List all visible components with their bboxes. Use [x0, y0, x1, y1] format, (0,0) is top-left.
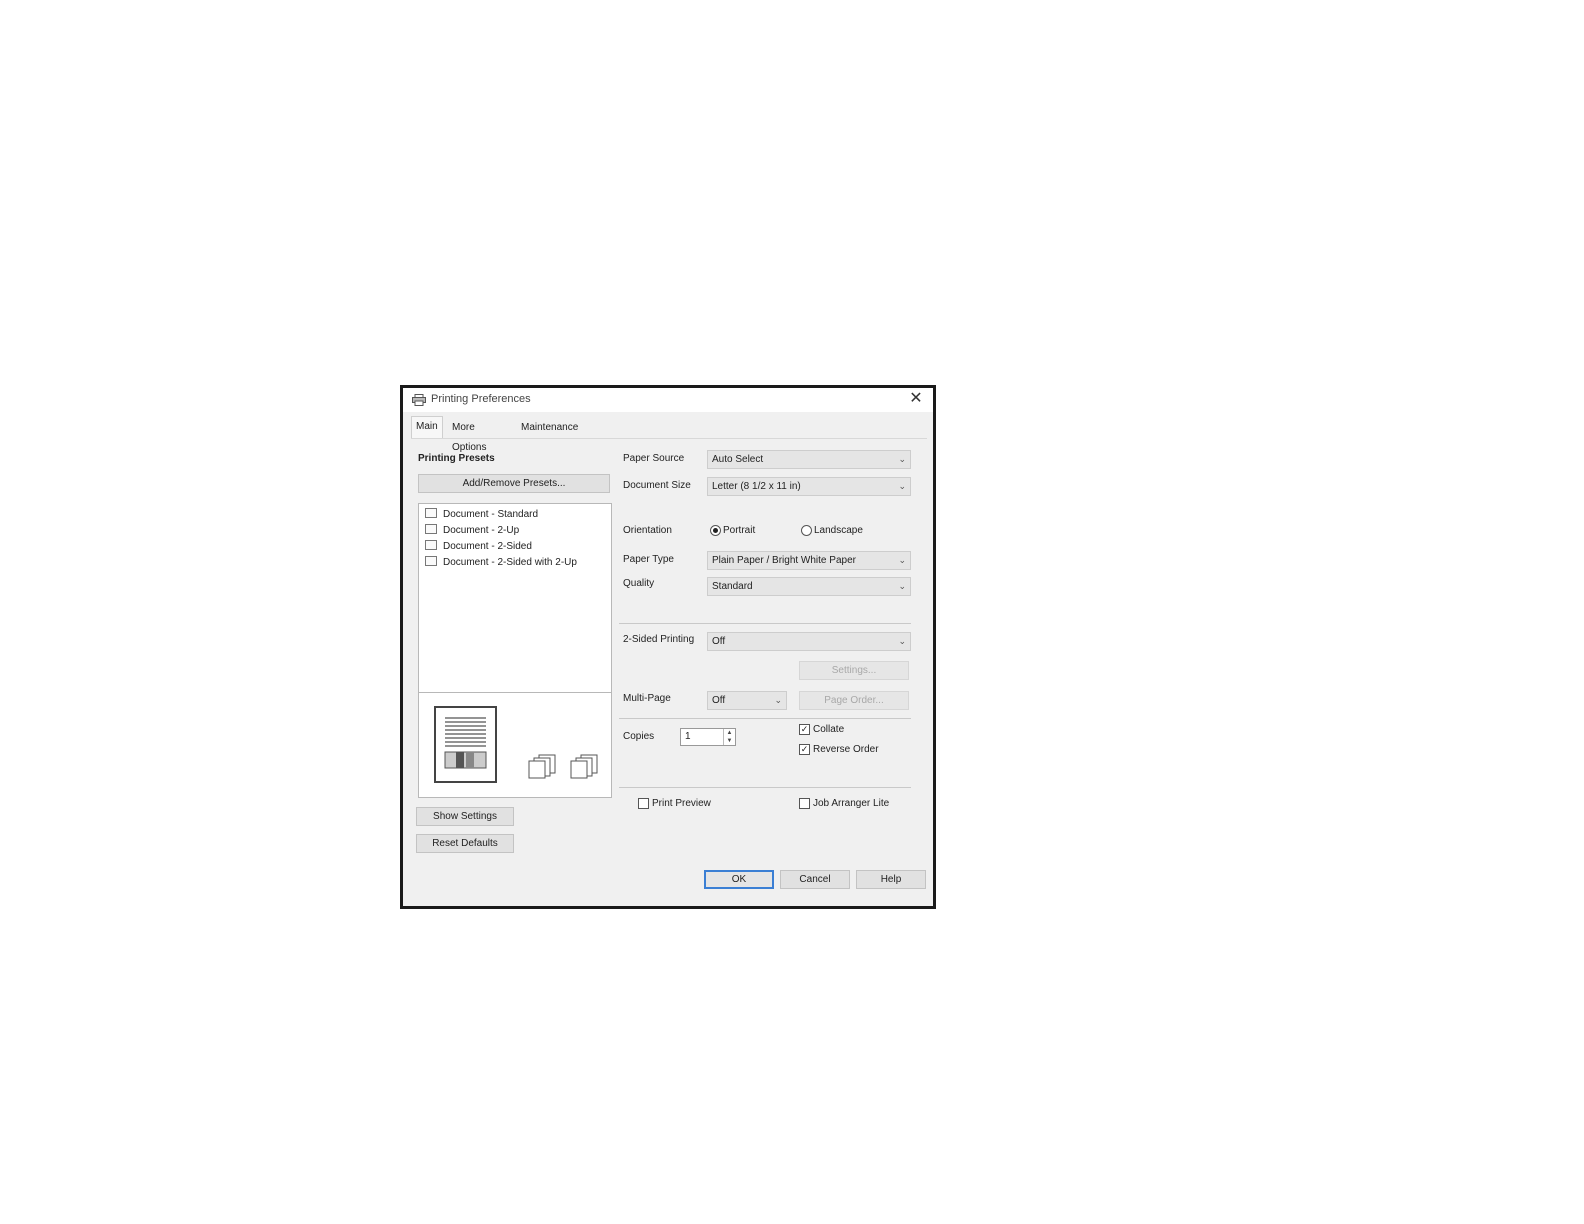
preset-label: Document - 2-Sided with 2-Up [443, 557, 577, 568]
chevron-down-icon: ⌄ [774, 695, 782, 705]
preset-label: Document - Standard [443, 509, 539, 520]
two-sided-value: Off [712, 636, 726, 647]
document-size-select[interactable]: Letter (8 1/2 x 11 in) ⌄ [707, 477, 911, 496]
paper-source-label: Paper Source [623, 453, 685, 464]
reverse-order-label: Reverse Order [813, 744, 879, 755]
help-button[interactable]: Help [856, 870, 926, 889]
paper-type-label: Paper Type [623, 554, 674, 565]
document-size-value: Letter (8 1/2 x 11 in) [712, 481, 801, 492]
paper-type-select[interactable]: Plain Paper / Bright White Paper ⌄ [707, 551, 911, 570]
orientation-label: Orientation [623, 525, 672, 536]
multi-page-select[interactable]: Off ⌄ [707, 691, 787, 710]
close-icon[interactable]: ✕ [907, 390, 925, 408]
cancel-button[interactable]: Cancel [780, 870, 850, 889]
landscape-label: Landscape [814, 525, 863, 536]
document-2sided-2up-icon [425, 556, 437, 566]
list-item[interactable]: Document - Standard [425, 507, 538, 522]
list-item[interactable]: Document - 2-Up [425, 523, 519, 538]
printer-icon [412, 394, 426, 406]
preset-label: Document - 2-Sided [443, 541, 532, 552]
portrait-radio[interactable] [710, 525, 721, 536]
quality-value: Standard [712, 581, 753, 592]
tab-maintenance[interactable]: Maintenance [517, 418, 582, 438]
settings-preview [418, 692, 612, 798]
multi-page-label: Multi-Page [623, 693, 671, 704]
printing-presets-heading: Printing Presets [418, 453, 495, 464]
print-preview-label: Print Preview [652, 798, 711, 809]
collate-label: Collate [813, 724, 845, 735]
page-order-button[interactable]: Page Order... [799, 691, 909, 710]
paper-source-select[interactable]: Auto Select ⌄ [707, 450, 911, 469]
portrait-label: Portrait [723, 525, 756, 536]
document-2sided-icon [425, 540, 437, 550]
divider [619, 787, 911, 788]
document-2up-icon [425, 524, 437, 534]
multi-page-value: Off [712, 695, 726, 706]
copies-stepper[interactable]: 1 ▲ ▼ [680, 728, 736, 746]
list-item[interactable]: Document - 2-Sided with 2-Up [425, 555, 577, 570]
list-item[interactable]: Document - 2-Sided [425, 539, 532, 554]
window-title: Printing Preferences [431, 393, 531, 405]
divider [619, 718, 911, 719]
collate-stack-icon [527, 753, 561, 782]
landscape-radio[interactable] [801, 525, 812, 536]
copies-value: 1 [685, 731, 691, 742]
two-sided-printing-label: 2-Sided Printing [623, 634, 695, 645]
tab-more-options[interactable]: More Options [448, 418, 490, 453]
print-preview-checkbox[interactable] [638, 798, 649, 809]
add-remove-presets-button[interactable]: Add/Remove Presets... [418, 474, 610, 493]
quality-label: Quality [623, 578, 655, 589]
two-sided-settings-button[interactable]: Settings... [799, 661, 909, 680]
page-preview-icon [434, 706, 497, 783]
preset-label: Document - 2-Up [443, 525, 520, 536]
printing-preferences-dialog: Printing Preferences ✕ Main More Options… [400, 385, 936, 909]
divider [619, 623, 911, 624]
copies-label: Copies [623, 731, 655, 742]
paper-source-value: Auto Select [712, 454, 764, 465]
chevron-down-icon: ⌄ [898, 636, 906, 646]
presets-list[interactable]: Document - Standard Document - 2-Up Docu… [418, 503, 612, 693]
chevron-down-icon: ⌄ [898, 581, 906, 591]
two-sided-printing-select[interactable]: Off ⌄ [707, 632, 911, 651]
reverse-order-checkbox[interactable]: ✓ [799, 744, 810, 755]
chevron-down-icon: ⌄ [898, 481, 906, 491]
document-size-label: Document Size [623, 480, 691, 491]
reverse-order-stack-icon [569, 753, 603, 782]
main-tab-panel: Printing Presets Add/Remove Presets... D… [411, 438, 927, 859]
reset-defaults-button[interactable]: Reset Defaults [416, 834, 514, 853]
chevron-down-icon: ⌄ [898, 454, 906, 464]
show-settings-button[interactable]: Show Settings [416, 807, 514, 826]
tab-main[interactable]: Main [411, 416, 443, 439]
job-arranger-lite-checkbox[interactable] [799, 798, 810, 809]
spin-arrows-icon[interactable]: ▲ ▼ [723, 729, 735, 745]
title-bar: Printing Preferences ✕ [403, 388, 933, 412]
job-arranger-lite-label: Job Arranger Lite [813, 798, 890, 809]
paper-type-value: Plain Paper / Bright White Paper [712, 555, 856, 566]
chevron-down-icon: ⌄ [898, 555, 906, 565]
collate-checkbox[interactable]: ✓ [799, 724, 810, 735]
quality-select[interactable]: Standard ⌄ [707, 577, 911, 596]
ok-button[interactable]: OK [704, 870, 774, 889]
document-standard-icon [425, 508, 437, 518]
